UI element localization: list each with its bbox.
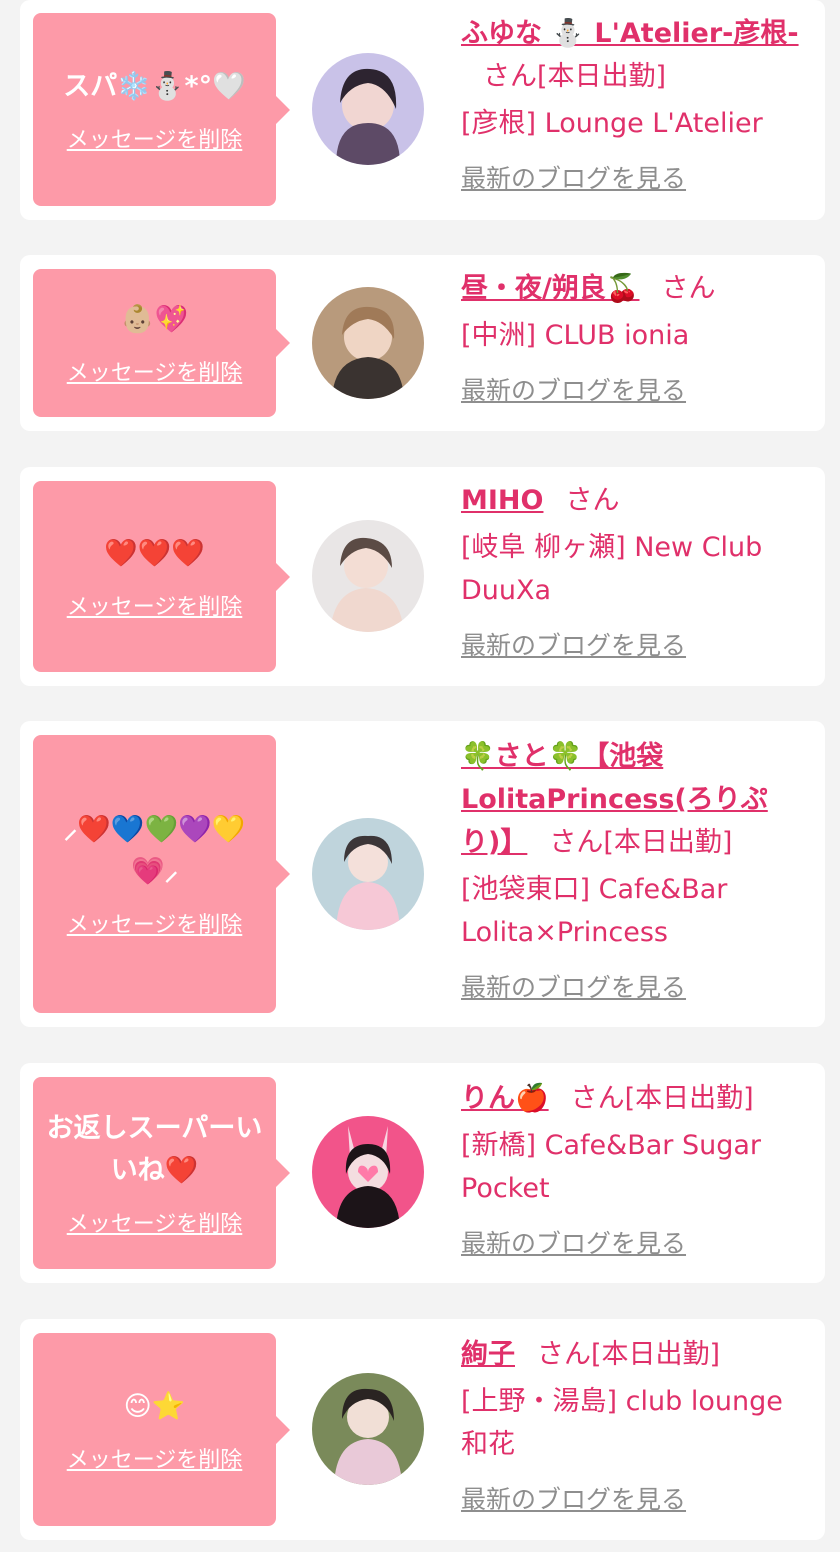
message-bubble: お返しスーパーいいね❤️ メッセージを削除 [33, 1077, 290, 1269]
avatar[interactable] [312, 1116, 424, 1228]
avatar-image [312, 1373, 424, 1485]
shop-name: [上野・湯島] club lounge 和花 [461, 1386, 783, 1460]
message-card: ⸝❤️💙💚💜💛💗⸝ メッセージを削除 🍀さと🍀【池袋LolitaPrincess… [20, 721, 825, 1027]
cast-info: 🍀さと🍀【池袋LolitaPrincess(ろりぷり)】 さん[本日出勤] [池袋… [461, 735, 811, 1009]
cast-name-link[interactable]: 昼・夜/朔良🍒 [461, 273, 639, 304]
message-text: 👶🏼💖 [120, 304, 189, 335]
message-card: 👶🏼💖 メッセージを削除 昼・夜/朔良🍒 さん [中洲] CLUB ionia 最… [20, 255, 825, 431]
avatar[interactable] [312, 287, 424, 399]
shop-name: [彦根] Lounge L'Atelier [461, 108, 763, 139]
message-bubble: ⸝❤️💙💚💜💛💗⸝ メッセージを削除 [33, 735, 290, 1013]
cast-info: 絢子 さん[本日出勤] [上野・湯島] club lounge 和花 最新のブログ… [461, 1333, 811, 1521]
delete-message-link[interactable]: メッセージを削除 [67, 1206, 243, 1238]
message-card: ❤️❤️❤️ メッセージを削除 MIHO さん [岐阜 柳ヶ瀬] New Club… [20, 467, 825, 686]
delete-message-link[interactable]: メッセージを削除 [67, 355, 243, 387]
cast-info: 昼・夜/朔良🍒 さん [中洲] CLUB ionia 最新のブログを見る [461, 267, 811, 412]
cast-suffix: さん [565, 485, 620, 516]
cast-info: りん🍎 さん[本日出勤] [新橋] Cafe&Bar Sugar Pocket 最… [461, 1077, 811, 1265]
message-text: ❤️❤️❤️ [104, 537, 205, 569]
message-bubble: スパ❄️⛄*°🤍 メッセージを削除 [33, 13, 290, 206]
cast-info: ふゆな ⛄ L'Atelier-彦根- さん[本日出勤] [彦根] Lounge … [461, 12, 811, 200]
delete-message-link[interactable]: メッセージを削除 [67, 1442, 243, 1474]
message-text: お返しスーパーいいね❤️ [46, 1113, 263, 1186]
latest-blog-link[interactable]: 最新のブログを見る [461, 1478, 686, 1521]
message-text: 😊⭐ [123, 1390, 186, 1422]
message-text: ⸝❤️💙💚💜💛💗⸝ [63, 814, 246, 887]
avatar-image [312, 1116, 424, 1228]
cast-name-link[interactable]: 絢子 [461, 1339, 515, 1370]
message-bubble: 😊⭐ メッセージを削除 [33, 1333, 290, 1526]
cast-suffix: さん[本日出勤] [570, 1083, 754, 1114]
latest-blog-link[interactable]: 最新のブログを見る [461, 966, 686, 1009]
shop-name: [池袋東口] Cafe&Bar Lolita×Princess [461, 874, 728, 948]
latest-blog-link[interactable]: 最新のブログを見る [461, 157, 686, 200]
delete-message-link[interactable]: メッセージを削除 [67, 907, 243, 939]
avatar-image [312, 53, 424, 165]
avatar[interactable] [312, 520, 424, 632]
message-bubble: 👶🏼💖 メッセージを削除 [33, 269, 290, 417]
delete-message-link[interactable]: メッセージを削除 [67, 589, 243, 621]
shop-name: [中洲] CLUB ionia [461, 320, 690, 351]
cast-suffix: さん[本日出勤] [483, 61, 667, 92]
avatar-image [312, 287, 424, 399]
avatar[interactable] [312, 818, 424, 930]
cast-name-link[interactable]: ふゆな ⛄ L'Atelier-彦根- [461, 18, 799, 49]
avatar-image [312, 520, 424, 632]
avatar-image [312, 818, 424, 930]
message-bubble: ❤️❤️❤️ メッセージを削除 [33, 481, 290, 672]
message-text: スパ❄️⛄*°🤍 [63, 70, 246, 102]
latest-blog-link[interactable]: 最新のブログを見る [461, 369, 686, 412]
cast-info: MIHO さん [岐阜 柳ヶ瀬] New Club DuuXa 最新のブログを見る [461, 479, 811, 667]
latest-blog-link[interactable]: 最新のブログを見る [461, 1222, 686, 1265]
avatar[interactable] [312, 1373, 424, 1485]
message-card: お返しスーパーいいね❤️ メッセージを削除 りん🍎 さん[本日出勤] [新橋] C… [20, 1063, 825, 1283]
latest-blog-link[interactable]: 最新のブログを見る [461, 624, 686, 667]
cast-name-link[interactable]: りん🍎 [461, 1083, 549, 1114]
delete-message-link[interactable]: メッセージを削除 [67, 122, 243, 154]
shop-name: [岐阜 柳ヶ瀬] New Club DuuXa [461, 532, 763, 606]
avatar[interactable] [312, 53, 424, 165]
message-card: スパ❄️⛄*°🤍 メッセージを削除 ふゆな ⛄ L'Atelier-彦根- さん[… [20, 0, 825, 220]
message-card: 😊⭐ メッセージを削除 絢子 さん[本日出勤] [上野・湯島] club loun… [20, 1319, 825, 1540]
cast-suffix: さん [661, 273, 716, 304]
cast-suffix: さん[本日出勤] [537, 1339, 721, 1370]
cast-suffix: さん[本日出勤] [549, 827, 733, 858]
cast-name-link[interactable]: MIHO [461, 485, 543, 516]
shop-name: [新橋] Cafe&Bar Sugar Pocket [461, 1130, 762, 1204]
